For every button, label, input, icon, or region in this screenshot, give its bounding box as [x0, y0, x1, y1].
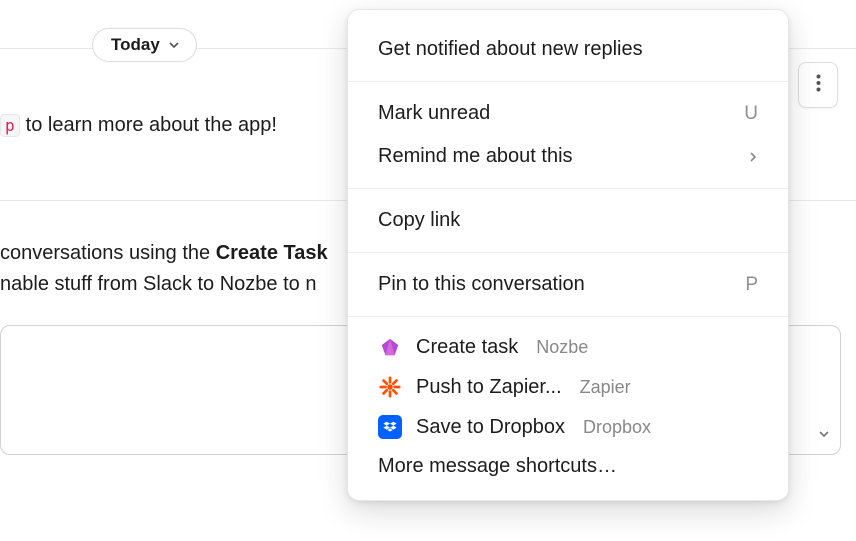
menu-item-sublabel: Dropbox: [583, 417, 651, 438]
menu-item-label: Push to Zapier...: [416, 376, 562, 399]
menu-item-push-zapier[interactable]: Push to Zapier... Zapier: [348, 367, 788, 407]
menu-item-label: Mark unread: [378, 102, 490, 125]
message-text: to learn more about the app!: [26, 114, 277, 137]
menu-separator: [348, 252, 788, 253]
nozbe-icon: [378, 335, 402, 359]
message-text: conversations using the: [0, 242, 216, 264]
chevron-down-icon[interactable]: [818, 428, 830, 440]
menu-separator: [348, 316, 788, 317]
message-context-menu: Get notified about new replies Mark unre…: [347, 9, 789, 501]
menu-item-save-dropbox[interactable]: Save to Dropbox Dropbox: [348, 407, 788, 447]
menu-item-sublabel: Nozbe: [536, 337, 588, 358]
message-line-2: conversations using the Create Task nabl…: [0, 238, 328, 300]
menu-item-remind[interactable]: Remind me about this: [348, 135, 788, 178]
chevron-down-icon: [168, 39, 180, 51]
message-text-bold: Create Task: [216, 242, 328, 264]
menu-item-shortcut: P: [745, 274, 758, 296]
menu-item-more-shortcuts[interactable]: More message shortcuts…: [348, 447, 788, 482]
date-pill[interactable]: Today: [92, 28, 197, 62]
menu-item-create-task[interactable]: Create task Nozbe: [348, 327, 788, 367]
menu-item-sublabel: Zapier: [580, 377, 631, 398]
menu-item-pin[interactable]: Pin to this conversation P: [348, 263, 788, 306]
menu-item-label: More message shortcuts…: [378, 455, 617, 478]
message-text: nable stuff from Slack to Nozbe to n: [0, 273, 316, 295]
menu-item-label: Remind me about this: [378, 145, 573, 168]
menu-item-label: Get notified about new replies: [378, 38, 643, 61]
menu-item-label: Create task: [416, 336, 518, 359]
menu-separator: [348, 188, 788, 189]
menu-item-label: Save to Dropbox: [416, 416, 565, 439]
date-pill-label: Today: [111, 35, 160, 55]
menu-item-get-notified[interactable]: Get notified about new replies: [348, 28, 788, 71]
message-line-1: p to learn more about the app!: [0, 114, 277, 137]
menu-item-shortcut: U: [744, 103, 758, 125]
menu-item-copy-link[interactable]: Copy link: [348, 199, 788, 242]
dropbox-icon: [378, 415, 402, 439]
more-actions-button[interactable]: [798, 62, 838, 108]
menu-item-label: Copy link: [378, 209, 460, 232]
menu-item-label: Pin to this conversation: [378, 273, 585, 296]
zapier-icon: [378, 375, 402, 399]
chevron-right-icon: [748, 146, 758, 168]
menu-item-mark-unread[interactable]: Mark unread U: [348, 92, 788, 135]
menu-separator: [348, 81, 788, 82]
kebab-icon: [816, 74, 821, 97]
inline-code: p: [0, 114, 20, 137]
